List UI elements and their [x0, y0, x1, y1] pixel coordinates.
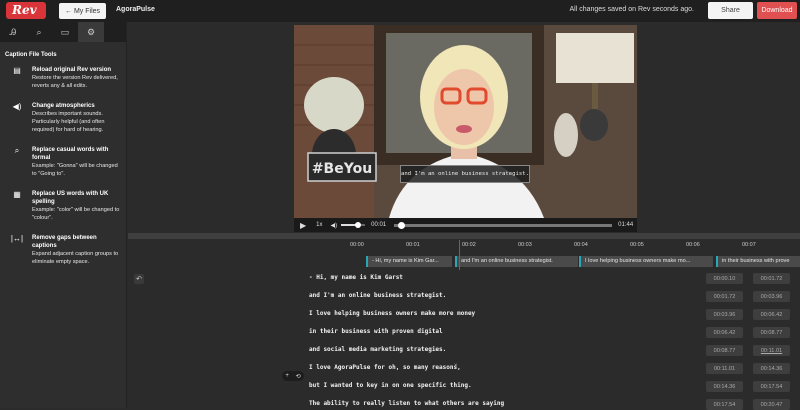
progress-bar[interactable] — [394, 221, 613, 229]
tool-title: Change atmospherics — [32, 103, 95, 109]
tick-label: 00:01 — [406, 242, 420, 248]
caption-segment[interactable]: I love helping business owners make mo..… — [579, 256, 713, 267]
transcript-line[interactable]: - Hi, my name is Kim Garst — [309, 274, 403, 281]
tool-description: Example: "Gonna" will be changed to "Goi… — [32, 163, 118, 177]
start-timestamp[interactable]: 00:14.36 — [706, 381, 743, 392]
tick-label: 00:07 — [742, 242, 756, 248]
volume-slider[interactable] — [341, 222, 366, 228]
end-timestamp[interactable]: 00:20.47 — [753, 399, 790, 410]
progress-handle[interactable] — [397, 221, 405, 229]
tick-label: 00:06 — [686, 242, 700, 248]
tool-title: Replace US words with UK spelling — [32, 191, 109, 205]
tool-description: Example: "color" will be changed to "col… — [32, 207, 120, 221]
start-timestamp[interactable]: 00:17.54 — [706, 399, 743, 410]
keyboard-icon[interactable]: ▭ — [52, 22, 78, 42]
rev-logo[interactable]: Rev — [6, 2, 46, 19]
document-title: AgoraPulse — [116, 6, 155, 13]
my-files-label: My Files — [73, 7, 101, 15]
end-timestamp[interactable]: 00:01.72 — [753, 273, 790, 284]
end-timestamp[interactable]: 00:03.96 — [753, 291, 790, 302]
sound-icon: ◀) — [12, 102, 22, 111]
end-timestamp[interactable]: 00:06.42 — [753, 309, 790, 320]
start-timestamp[interactable]: 00:01.72 — [706, 291, 743, 302]
main-editor: #BeYou and I'm an online business strate… — [128, 22, 800, 410]
end-timestamp[interactable]: 00:08.77 — [753, 327, 790, 338]
add-icon[interactable]: + — [285, 373, 289, 379]
speed-button[interactable]: 1x — [316, 222, 322, 228]
transcript-editor: ↶ - Hi, my name is Kim Garst and I'm an … — [128, 270, 800, 410]
caption-segments: - Hi, my name is Kim Gar... and I'm an o… — [128, 254, 800, 268]
caption-segment[interactable]: in their business with prove — [716, 256, 800, 267]
transcript-line[interactable]: The ability to really listen to what oth… — [309, 400, 504, 407]
start-timestamp[interactable]: 00:06.42 — [706, 327, 743, 338]
tool-description: Restore the version Rev delivered, rever… — [32, 75, 118, 89]
volume-handle[interactable] — [354, 222, 361, 228]
sidebar-tabs: Ꭿ ⌕ ▭ ⚙ — [0, 22, 126, 42]
start-timestamp[interactable]: 00:00.10 — [706, 273, 743, 284]
close-icon[interactable]: × — [454, 363, 458, 369]
tool-description: Describes important sounds. Particularly… — [32, 111, 105, 133]
my-files-button[interactable]: ← My Files — [59, 3, 106, 19]
video-player[interactable]: #BeYou and I'm an online business strate… — [294, 25, 637, 218]
tool-replace-casual[interactable]: ⌕ Replace casual words with formal Examp… — [0, 146, 126, 178]
file-reload-icon: ▤ — [13, 66, 21, 75]
search-icon[interactable]: ⌕ — [26, 22, 52, 42]
tool-title: Replace casual words with formal — [32, 147, 109, 161]
arrow-left-icon: ← — [64, 7, 72, 15]
transcript-line[interactable]: I love helping business owners make more… — [309, 310, 475, 317]
tick-label: 00:03 — [518, 242, 532, 248]
end-timestamp[interactable]: 00:11.01 — [753, 345, 790, 356]
expand-icon: |↔| — [10, 234, 24, 243]
sidebar: Ꭿ ⌕ ▭ ⚙ Caption File Tools ▤ Reload orig… — [0, 22, 127, 408]
share-button[interactable]: Share — [708, 2, 753, 19]
end-timestamp[interactable]: 00:14.36 — [753, 363, 790, 374]
start-timestamp[interactable]: 00:03.96 — [706, 309, 743, 320]
tick-label: 00:02 — [462, 242, 476, 248]
tool-change-atmospherics[interactable]: ◀) Change atmospherics Describes importa… — [0, 102, 126, 134]
volume-icon[interactable]: ◀) — [331, 222, 338, 229]
tool-title: Remove gaps between captions — [32, 235, 97, 249]
sign-text: #BeYou — [312, 161, 372, 177]
duration: 01:44 — [618, 222, 634, 228]
transcript-line[interactable]: and social media marketing strategies. — [309, 346, 446, 353]
tool-remove-gaps[interactable]: |↔| Remove gaps between captions Expand … — [0, 234, 126, 266]
save-status: All changes saved on Rev seconds ago. — [569, 6, 694, 13]
play-icon[interactable]: ▶ — [300, 221, 306, 230]
transcript-line[interactable]: I love AgoraPulse for oh, so many reason… — [309, 364, 461, 371]
sidebar-heading: Caption File Tools — [5, 52, 57, 58]
tool-replace-us-uk[interactable]: ▦ Replace US words with UK spelling Exam… — [0, 190, 126, 222]
caption-segment[interactable]: - Hi, my name is Kim Gar... — [366, 256, 452, 267]
caption-segment[interactable]: and I'm an online business strategist. — [455, 256, 578, 267]
timeline-ruler: 00:00 00:01 00:02 00:03 00:04 00:05 00:0… — [128, 240, 800, 254]
playhead[interactable] — [459, 240, 460, 270]
replace-search-icon: ⌕ — [14, 146, 20, 155]
download-button[interactable]: Download — [757, 2, 797, 19]
top-bar: Rev ← My Files AgoraPulse All changes sa… — [0, 0, 800, 22]
transcript-line[interactable]: in their business with proven digital — [309, 328, 443, 335]
tick-label: 00:00 — [350, 242, 364, 248]
tool-description: Expand adjacent caption groups to elimin… — [32, 251, 119, 265]
timeline-scrollbar[interactable] — [128, 233, 800, 239]
gear-icon[interactable]: ⚙ — [78, 22, 104, 42]
caption-overlay: and I'm an online business strategist. — [400, 165, 530, 183]
tool-reload-original[interactable]: ▤ Reload original Rev version Restore th… — [0, 66, 126, 90]
spellcheck-icon[interactable]: Ꭿ — [0, 22, 26, 42]
start-timestamp[interactable]: 00:11.01 — [706, 363, 743, 374]
tick-label: 00:05 — [630, 242, 644, 248]
current-time: 00:01 — [371, 222, 387, 228]
tool-title: Reload original Rev version — [32, 67, 112, 73]
end-timestamp[interactable]: 00:17.54 — [753, 381, 790, 392]
line-tools[interactable]: + ⟲ — [282, 371, 304, 381]
flag-icon: ▦ — [13, 190, 21, 199]
video-frame: #BeYou — [294, 25, 637, 218]
link-icon[interactable]: ⟲ — [296, 373, 301, 380]
undo-icon[interactable]: ↶ — [134, 274, 144, 284]
video-controls: ▶ 1x ◀) 00:01 01:44 — [294, 218, 637, 232]
transcript-line[interactable]: and I'm an online business strategist. — [309, 292, 446, 299]
start-timestamp[interactable]: 00:08.77 — [706, 345, 743, 356]
tick-label: 00:04 — [574, 242, 588, 248]
transcript-line[interactable]: but I wanted to key in on one specific t… — [309, 382, 472, 389]
